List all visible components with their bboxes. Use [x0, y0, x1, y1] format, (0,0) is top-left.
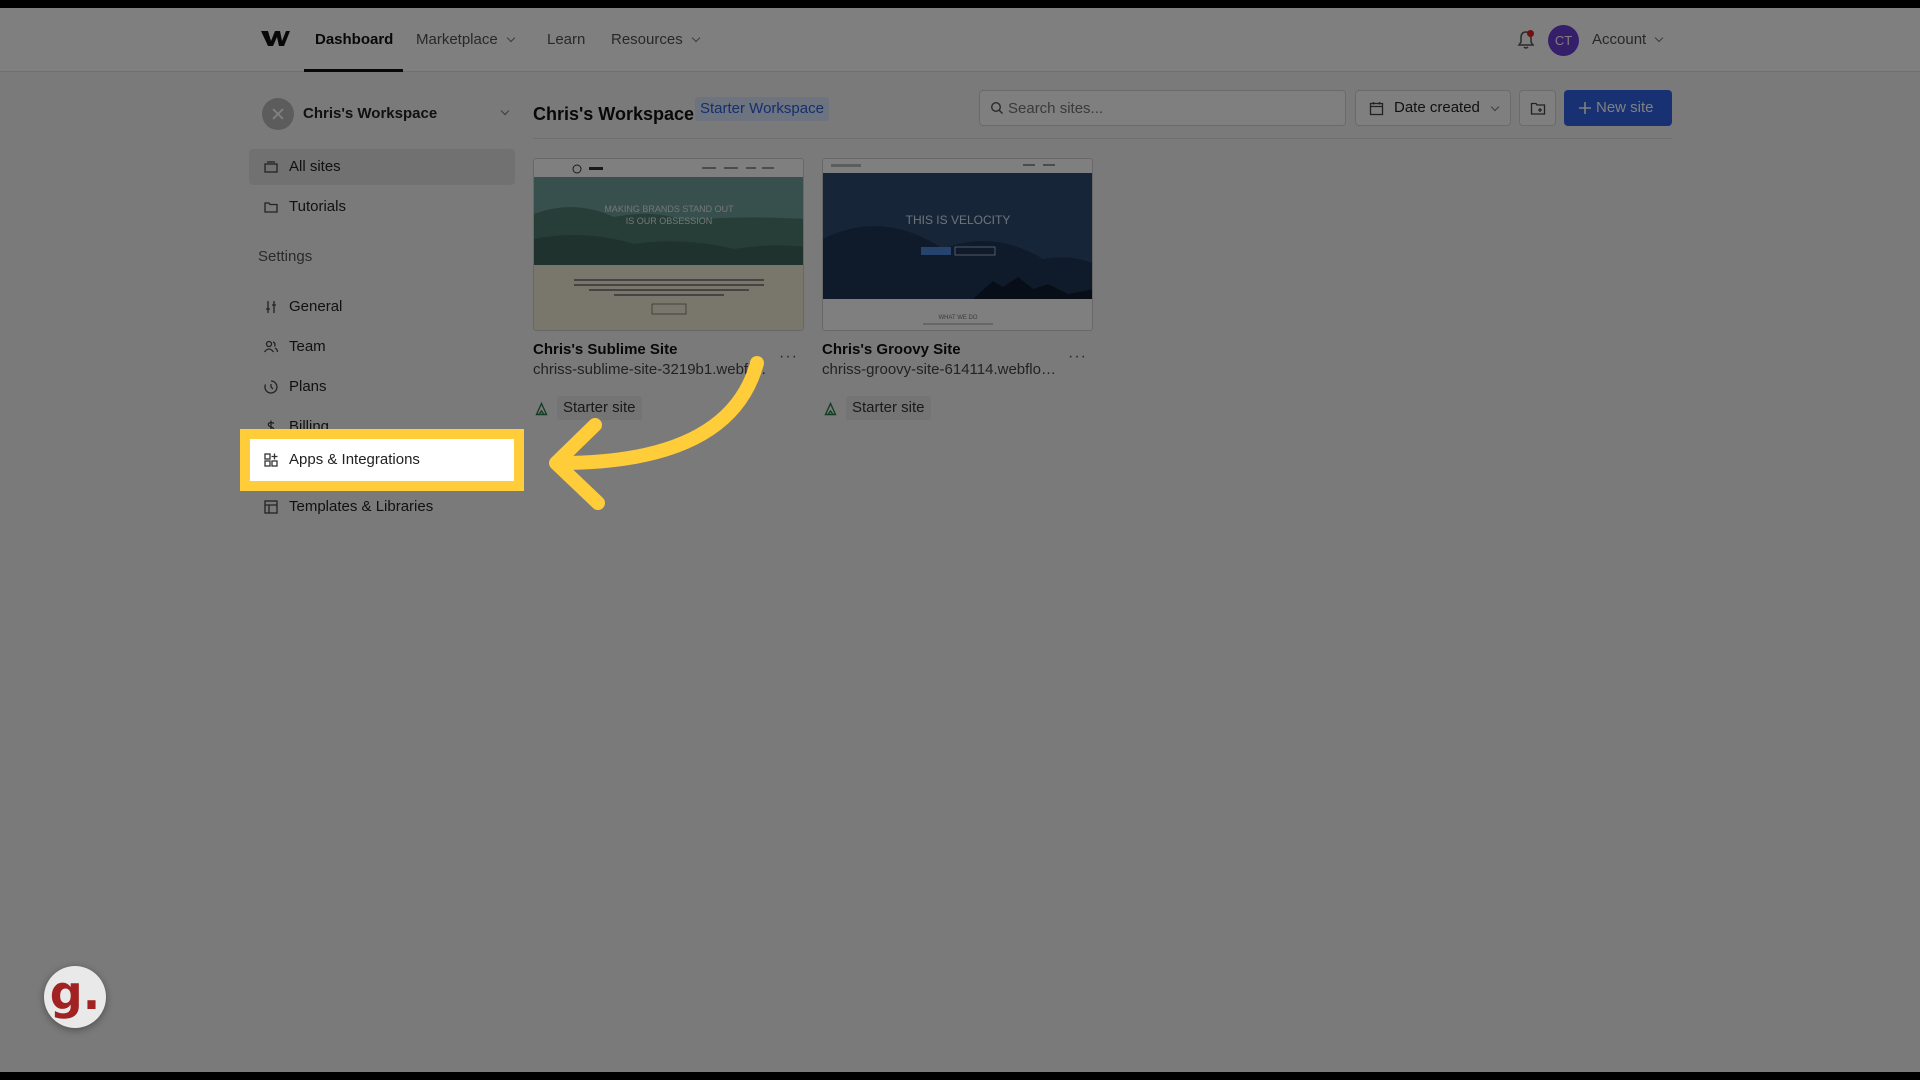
site-preview-image: MAKING BRANDS STAND OUT IS OUR OBSESSION — [534, 159, 803, 330]
sidebar-item-all-sites[interactable]: All sites — [249, 149, 515, 185]
settings-heading: Settings — [258, 248, 313, 265]
sidebar-item-templates[interactable]: Templates & Libraries — [249, 489, 515, 525]
nav-learn[interactable]: Learn — [547, 8, 585, 72]
starter-plan-icon — [824, 402, 837, 416]
top-navigation: Dashboard Marketplace Learn Resources CT… — [0, 8, 1920, 72]
sort-dropdown[interactable]: Date created — [1355, 90, 1511, 126]
page-title: Chris's Workspace — [533, 104, 695, 124]
nav-resources[interactable]: Resources — [611, 8, 700, 72]
workspace-avatar-icon — [262, 98, 294, 130]
header-divider — [533, 138, 1672, 139]
chevron-down-icon — [691, 33, 700, 43]
workspace-plan-badge[interactable]: Starter Workspace — [695, 97, 829, 121]
nav-active-indicator — [304, 69, 403, 72]
sidebar-item-label: All sites — [289, 158, 341, 175]
nav-dashboard[interactable]: Dashboard — [315, 8, 393, 72]
chevron-down-icon — [500, 106, 510, 116]
tutorial-arrow-icon — [549, 356, 764, 510]
notification-dot — [1527, 30, 1534, 37]
search-icon — [990, 101, 1003, 114]
nav-marketplace[interactable]: Marketplace — [416, 8, 515, 72]
calendar-icon — [1369, 102, 1384, 116]
folder-icon — [264, 202, 278, 213]
plans-icon — [264, 380, 278, 394]
sidebar-item-label: Tutorials — [289, 198, 346, 215]
thumb-headline-1: MAKING BRANDS STAND OUT — [604, 204, 734, 214]
chevron-down-icon — [1654, 33, 1664, 43]
sort-label: Date created — [1394, 99, 1480, 116]
sidebar-item-label: Templates & Libraries — [289, 498, 434, 515]
site-thumbnail-groovy[interactable]: THIS IS VELOCITY WHAT WE DO — [822, 158, 1093, 331]
guidde-logo[interactable]: g. — [44, 966, 106, 1028]
templates-icon — [264, 500, 278, 514]
nav-resources-label: Resources — [611, 31, 683, 48]
sidebar-item-apps-integrations[interactable]: Apps & Integrations — [250, 439, 514, 481]
search-input[interactable] — [979, 90, 1346, 126]
app-window: Dashboard Marketplace Learn Resources CT… — [0, 8, 1920, 1072]
new-site-button[interactable]: New site — [1564, 90, 1672, 126]
new-folder-button[interactable] — [1519, 90, 1556, 126]
new-site-label: New site — [1596, 99, 1654, 116]
apps-icon — [264, 453, 278, 467]
workspace-switcher[interactable]: Chris's Workspace — [262, 94, 512, 134]
folder-plus-icon — [1530, 102, 1546, 115]
sites-icon — [264, 161, 278, 173]
sidebar-item-label: Team — [289, 338, 326, 355]
users-icon — [263, 340, 279, 353]
site-url: chriss-groovy-site-614114.webflow.io — [822, 361, 1062, 378]
thumb-headline-2: IS OUR OBSESSION — [626, 216, 713, 226]
sidebar-item-team[interactable]: Team — [249, 329, 515, 365]
sidebar-item-plans[interactable]: Plans — [249, 369, 515, 405]
account-label: Account — [1592, 31, 1647, 48]
sidebar-item-label: General — [289, 298, 343, 315]
user-avatar[interactable]: CT — [1548, 25, 1579, 56]
site-thumbnail-sublime[interactable]: MAKING BRANDS STAND OUT IS OUR OBSESSION — [533, 158, 804, 331]
site-preview-image: THIS IS VELOCITY WHAT WE DO — [823, 159, 1092, 330]
site-options-icon[interactable]: ··· — [1068, 348, 1087, 366]
sidebar-item-tutorials[interactable]: Tutorials — [249, 189, 515, 225]
workspace-name: Chris's Workspace — [303, 105, 438, 122]
sidebar-item-general[interactable]: General — [249, 289, 515, 325]
site-name[interactable]: Chris's Groovy Site — [822, 341, 961, 358]
chevron-down-icon — [506, 33, 515, 43]
thumb-headline: THIS IS VELOCITY — [906, 213, 1011, 227]
sidebar-item-label: Plans — [289, 378, 327, 395]
account-menu[interactable]: Account — [1592, 8, 1664, 72]
chevron-down-icon — [1490, 102, 1500, 112]
webflow-logo-icon[interactable] — [260, 28, 290, 48]
plus-icon — [1579, 102, 1591, 114]
sidebar-item-label: Apps & Integrations — [289, 451, 420, 468]
site-plan-badge: Starter site — [846, 396, 931, 420]
thumb-footer: WHAT WE DO — [938, 315, 977, 321]
sliders-icon — [266, 301, 276, 313]
site-options-icon[interactable]: ··· — [779, 348, 798, 366]
nav-marketplace-label: Marketplace — [416, 31, 498, 48]
